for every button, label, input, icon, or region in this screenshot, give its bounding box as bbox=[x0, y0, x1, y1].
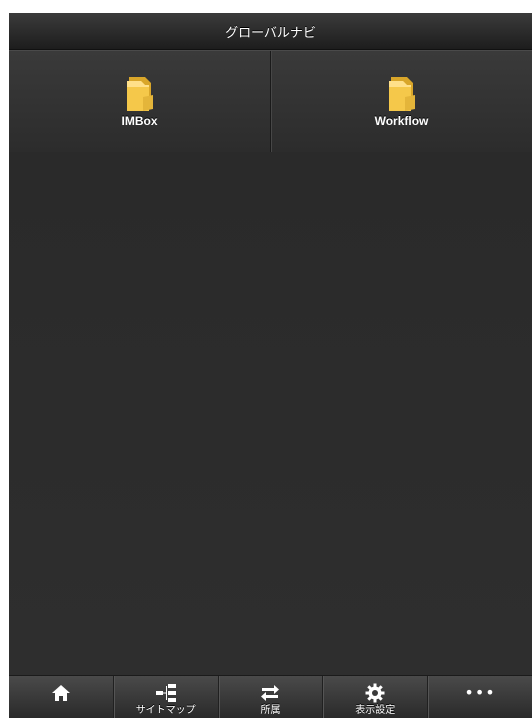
footer-affiliation-button[interactable]: 所属 bbox=[217, 676, 323, 718]
app-window: グローバルナビ IMBox Workflow サイトマップ 所属 表示設定 ••… bbox=[9, 13, 532, 718]
footer-display-settings-button[interactable]: 表示設定 bbox=[322, 676, 427, 718]
header-bar: グローバルナビ bbox=[9, 13, 532, 50]
footer-nav: サイトマップ 所属 表示設定 ••• bbox=[9, 675, 532, 718]
tile-imbox-label: IMBox bbox=[121, 114, 158, 128]
tile-workflow[interactable]: Workflow bbox=[270, 51, 532, 152]
footer-display-settings-label: 表示設定 bbox=[355, 705, 396, 716]
nav-grid: IMBox Workflow bbox=[9, 50, 532, 153]
folder-icon bbox=[126, 77, 153, 111]
sitemap-icon bbox=[155, 684, 177, 702]
footer-sitemap-label: サイトマップ bbox=[135, 705, 196, 716]
tile-workflow-label: Workflow bbox=[374, 114, 429, 128]
gear-icon bbox=[365, 683, 385, 703]
more-dots-icon: ••• bbox=[464, 683, 496, 702]
home-icon bbox=[51, 684, 71, 702]
footer-sitemap-button[interactable]: サイトマップ bbox=[112, 676, 218, 718]
content-area bbox=[9, 152, 532, 676]
footer-more-button[interactable]: ••• bbox=[427, 676, 532, 718]
switch-arrows-icon bbox=[260, 684, 280, 702]
footer-affiliation-label: 所属 bbox=[260, 705, 281, 716]
footer-home-button[interactable] bbox=[9, 676, 113, 718]
tile-imbox[interactable]: IMBox bbox=[9, 51, 270, 152]
folder-icon bbox=[388, 77, 415, 111]
page-title: グローバルナビ bbox=[225, 25, 316, 41]
